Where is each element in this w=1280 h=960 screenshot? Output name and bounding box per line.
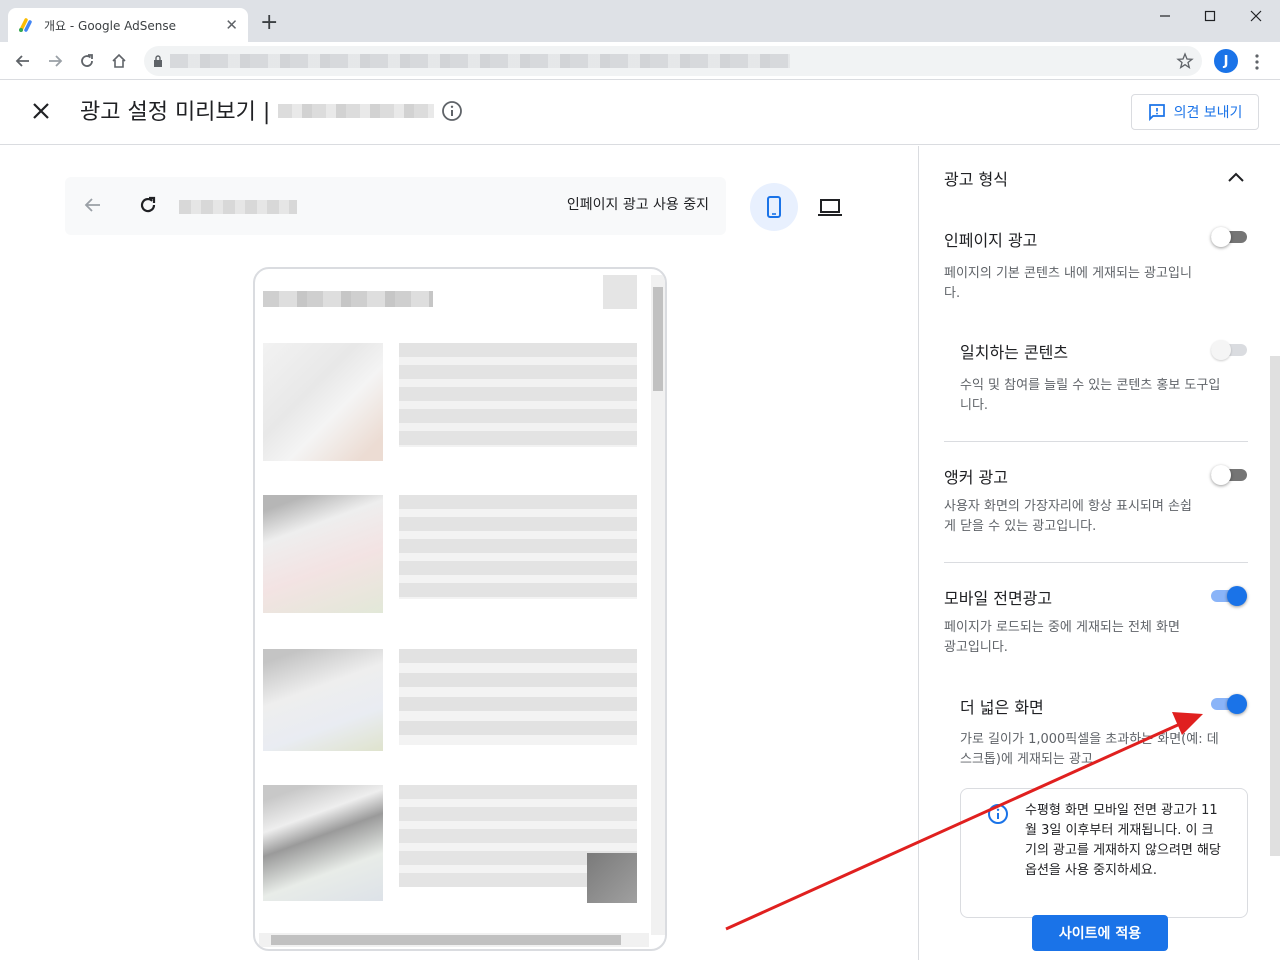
minimize-icon[interactable] — [1158, 9, 1172, 23]
divider — [944, 441, 1248, 442]
blurred-thumbnail — [263, 495, 383, 613]
blurred-thumbnail — [263, 785, 383, 901]
blurred-image — [587, 853, 637, 903]
feedback-label: 의견 보내기 — [1173, 105, 1243, 121]
settings-panel: 광고 형식 인페이지 광고 페이지의 기본 콘텐츠 내에 게재되는 광고입니다.… — [918, 146, 1280, 960]
info-icon — [988, 804, 1008, 824]
maximize-icon[interactable] — [1203, 9, 1217, 23]
reload-icon — [81, 54, 93, 67]
toggle-anchor-ads[interactable] — [1211, 465, 1247, 485]
option-desc-wider-screens: 가로 길이가 1,000픽셀을 초과하는 화면(예: 데스크톱)에 게재되는 광… — [960, 732, 1219, 767]
blurred-thumbnail — [263, 649, 383, 751]
address-bar[interactable] — [144, 46, 1202, 76]
preview-url-redacted — [179, 200, 297, 214]
option-desc-vignette: 페이지가 로드되는 중에 게재되는 전체 화면 광고입니다. — [944, 620, 1180, 655]
option-title-matched-content: 일치하는 콘텐츠 — [960, 343, 1069, 362]
feedback-button[interactable]: 의견 보내기 — [1131, 94, 1259, 130]
browser-tab[interactable]: 개요 - Google AdSense ✕ — [8, 8, 248, 42]
panel-scrollbar[interactable] — [1270, 356, 1280, 856]
preview-reload-icon[interactable] — [137, 194, 159, 216]
divider — [944, 562, 1248, 563]
stop-inpage-ads-button[interactable]: 인페이지 광고 사용 중지 — [567, 194, 709, 214]
option-desc-matched-content: 수익 및 참여를 늘릴 수 있는 콘텐츠 홍보 도구입니다. — [960, 378, 1221, 413]
info-icon[interactable] — [441, 100, 463, 122]
tab-title: 개요 - Google AdSense — [44, 18, 177, 33]
home-icon — [112, 53, 126, 68]
tab-close-icon[interactable]: ✕ — [225, 16, 238, 34]
smartphone-icon — [767, 196, 781, 218]
blurred-text — [399, 495, 637, 599]
scroll-thumb[interactable] — [653, 287, 663, 391]
toggle-matched-content[interactable] — [1211, 340, 1247, 360]
option-title-inpage: 인페이지 광고 — [944, 231, 1038, 250]
adsense-logo-icon — [19, 18, 32, 32]
apply-to-site-button[interactable]: 사이트에 적용 — [1032, 915, 1168, 951]
toggle-wider-screens[interactable] — [1211, 694, 1247, 714]
option-title-wider-screens: 더 넓은 화면 — [960, 698, 1044, 717]
app-header: 광고 설정 미리보기 | 의견 보내기 — [0, 80, 1280, 145]
profile-avatar[interactable]: J — [1214, 49, 1238, 73]
blurred-text — [399, 343, 637, 447]
bookmark-star-icon[interactable] — [1176, 52, 1194, 70]
preview-back-icon[interactable] — [82, 194, 104, 216]
feedback-icon — [1148, 104, 1165, 121]
blurred-logo — [603, 275, 637, 309]
browser-tabstrip: 개요 - Google AdSense ✕ + — [0, 0, 1280, 42]
blurred-thumbnail — [263, 343, 383, 461]
blurred-text — [399, 649, 637, 745]
notice-box: 수평형 화면 모바일 전면 광고가 11월 3일 이후부터 게재됩니다. 이 크… — [960, 788, 1248, 918]
preview-area: 인페이지 광고 사용 중지 — [0, 146, 918, 960]
page-title: 광고 설정 미리보기 | — [80, 100, 271, 125]
blurred-heading — [263, 291, 433, 307]
option-title-anchor: 앵커 광고 — [944, 468, 1008, 487]
arrow-left-icon — [15, 55, 29, 67]
chevron-up-icon[interactable] — [1224, 168, 1248, 186]
forward-button[interactable] — [42, 48, 68, 74]
menu-kebab-icon[interactable] — [1251, 54, 1263, 70]
option-desc-inpage: 페이지의 기본 콘텐츠 내에 게재되는 광고입니다. — [944, 266, 1192, 301]
window-close-icon[interactable] — [1249, 9, 1263, 23]
preview-vertical-scrollbar[interactable] — [651, 275, 665, 935]
notice-text: 수평형 화면 모바일 전면 광고가 11월 3일 이후부터 게재됩니다. 이 크… — [1025, 803, 1221, 878]
arrow-right-icon — [49, 55, 63, 67]
new-tab-button[interactable]: + — [260, 12, 278, 34]
home-button[interactable] — [106, 48, 132, 74]
back-button[interactable] — [10, 48, 36, 74]
close-icon[interactable] — [28, 98, 54, 124]
preview-horizontal-scrollbar[interactable] — [259, 933, 649, 947]
toggle-inpage-ads[interactable] — [1211, 227, 1247, 247]
toggle-vignette-ads[interactable] — [1211, 586, 1247, 606]
ad-formats-title: 광고 형식 — [944, 170, 1008, 189]
mobile-device-button[interactable] — [750, 183, 798, 231]
preview-toolbar: 인페이지 광고 사용 중지 — [65, 177, 726, 235]
scroll-thumb[interactable] — [271, 935, 621, 945]
option-desc-anchor: 사용자 화면의 가장자리에 항상 표시되며 손쉽게 닫을 수 있는 광고입니다. — [944, 499, 1192, 534]
site-name-redacted — [278, 104, 434, 118]
reload-button[interactable] — [74, 48, 100, 74]
mobile-preview-frame — [253, 267, 667, 951]
browser-toolbar: J — [0, 42, 1280, 80]
lock-icon — [154, 55, 162, 67]
laptop-icon — [818, 199, 842, 216]
url-redacted — [170, 54, 790, 68]
option-title-vignette: 모바일 전면광고 — [944, 589, 1053, 608]
desktop-device-button[interactable] — [806, 183, 854, 231]
